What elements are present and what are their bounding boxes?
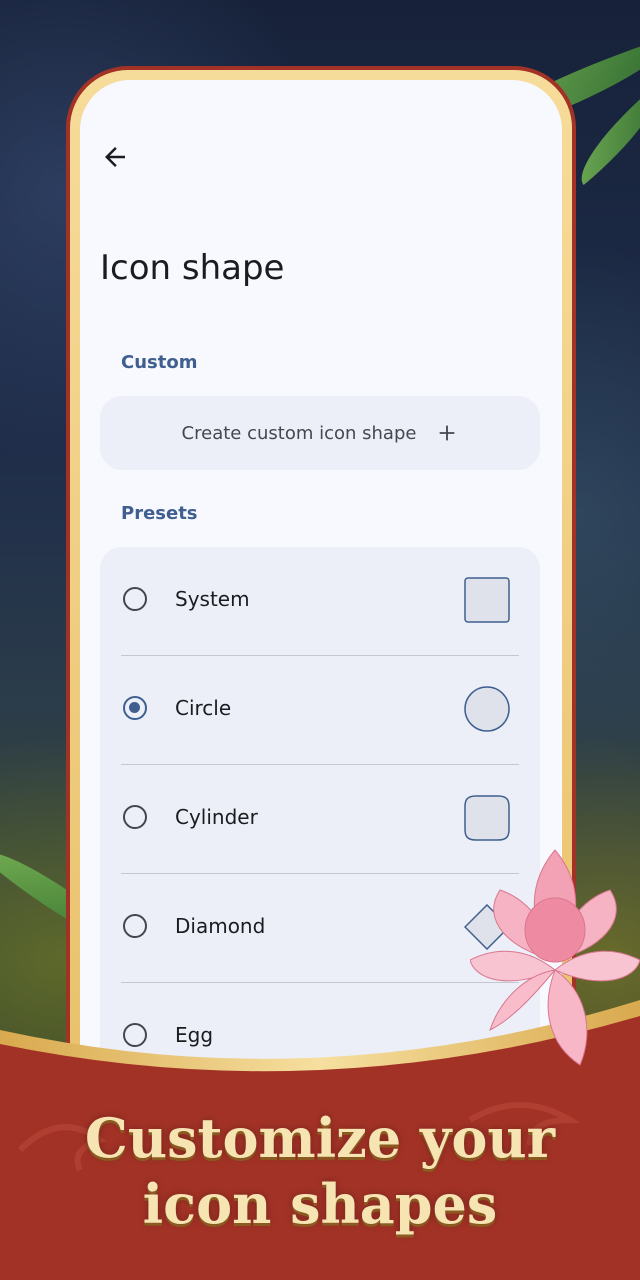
- radio-button-selected[interactable]: [123, 696, 147, 720]
- preset-item-system[interactable]: System: [100, 547, 540, 656]
- preset-label: System: [175, 587, 250, 611]
- preset-label: Circle: [175, 696, 232, 720]
- create-custom-shape-button[interactable]: Create custom icon shape: [100, 396, 540, 470]
- section-header-presets: Presets: [121, 503, 198, 524]
- preset-label: Diamond: [175, 914, 266, 938]
- promo-headline-line1: Customize your: [84, 1106, 556, 1170]
- radio-button[interactable]: [123, 914, 147, 938]
- create-custom-shape-label: Create custom icon shape: [181, 422, 417, 444]
- circle-shape-icon: [464, 686, 510, 732]
- preset-item-circle[interactable]: Circle: [100, 656, 540, 765]
- plus-icon: [440, 425, 455, 441]
- page-title: Icon shape: [100, 248, 285, 288]
- preset-label: Cylinder: [175, 805, 258, 829]
- section-header-custom: Custom: [121, 352, 198, 373]
- radio-button[interactable]: [123, 805, 147, 829]
- lotus-flower-icon: [470, 849, 640, 1066]
- back-arrow-icon[interactable]: [100, 142, 130, 172]
- square-shape-icon: [464, 577, 510, 623]
- promo-headline-line2: icon shapes: [142, 1172, 498, 1236]
- radio-button[interactable]: [123, 587, 147, 611]
- cylinder-shape-icon: [464, 795, 510, 841]
